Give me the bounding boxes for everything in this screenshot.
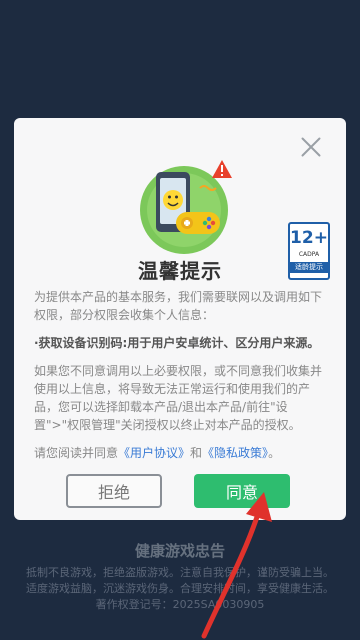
agreement-connector: 和 xyxy=(190,446,203,460)
permission-item: ·获取设备识别码:用于用户安卓统计、区分用户来源。 xyxy=(34,336,320,350)
refusal-paragraph: 如果您不同意调用以上必要权限，或不同意我们收集并使用以上信息，将导致无法正常运行… xyxy=(34,364,323,432)
close-icon[interactable] xyxy=(300,136,322,158)
intro-paragraph: 为提供本产品的基本服务，我们需要联网以及调用如下权限，部分权限会收集个人信息： xyxy=(34,290,323,322)
age-rating-number: 12+ xyxy=(290,228,328,248)
user-agreement-link[interactable]: 《用户协议》 xyxy=(118,446,190,460)
dialog-title: 温馨提示 xyxy=(138,259,222,283)
health-notice-line-2: 适度游戏益脑，沉迷游戏伤身。合理安排时间，享受健康生活。 xyxy=(26,582,334,595)
privacy-policy-link[interactable]: 《隐私政策》 xyxy=(202,446,268,460)
agree-button[interactable]: 同意 xyxy=(194,474,290,508)
privacy-dialog: 12+ CADPA 适龄提示 温馨提示 为提供本产品的基本服务，我们需要联网以及… xyxy=(14,118,346,520)
health-notice-line-1: 抵制不良游戏，拒绝盗版游戏。注意自我保护，谨防受骗上当。 xyxy=(26,566,334,579)
health-game-notice: 健康游戏忠告 抵制不良游戏，拒绝盗版游戏。注意自我保护，谨防受骗上当。 适度游戏… xyxy=(0,540,360,613)
phone-gamepad-illustration xyxy=(140,160,232,254)
reject-button[interactable]: 拒绝 xyxy=(66,474,162,508)
dialog-content: 为提供本产品的基本服务，我们需要联网以及调用如下权限，部分权限会收集个人信息： … xyxy=(34,288,330,472)
health-notice-title: 健康游戏忠告 xyxy=(134,542,225,560)
copyright-registration: 著作权登记号：2025SA0030905 xyxy=(95,598,265,611)
agreement-suffix: 。 xyxy=(268,446,281,460)
agreement-line: 请您阅读并同意《用户协议》和《隐私政策》。 xyxy=(34,444,330,462)
agreement-prefix: 请您阅读并同意 xyxy=(34,446,119,460)
